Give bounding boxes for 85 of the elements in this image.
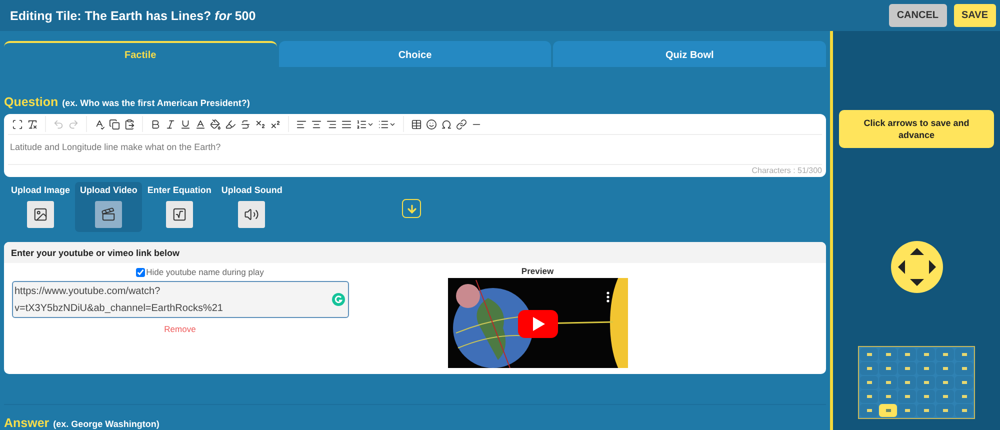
board-tile[interactable]	[936, 348, 954, 362]
underline-icon[interactable]	[180, 118, 191, 130]
align-center-icon[interactable]	[311, 118, 322, 130]
board-tile[interactable]	[936, 362, 954, 376]
arrow-down-icon[interactable]	[402, 199, 422, 218]
question-label: Question	[4, 95, 58, 109]
omega-icon[interactable]	[441, 118, 452, 130]
board-tile[interactable]	[860, 390, 878, 404]
direction-pad-icon[interactable]	[890, 241, 942, 294]
preview-label: Preview	[521, 266, 554, 276]
table-icon[interactable]	[411, 118, 422, 130]
bold-icon[interactable]	[150, 118, 161, 130]
board-tile[interactable]	[898, 404, 916, 418]
page-title: Editing Tile: The Earth has Lines? for 500	[10, 8, 256, 22]
character-counter: Characters : 51/300	[8, 164, 822, 178]
board-tile[interactable]	[860, 348, 878, 362]
board-tile[interactable]	[917, 390, 935, 404]
media-option[interactable]: Enter Equation	[142, 182, 216, 232]
media-option[interactable]: Upload Video	[75, 182, 142, 232]
board-tile[interactable]	[955, 362, 973, 376]
hide-name-checkbox[interactable]	[136, 268, 146, 277]
board-tile[interactable]	[879, 390, 897, 404]
board-tile[interactable]	[879, 348, 897, 362]
mode-tab[interactable]: Choice	[278, 41, 552, 67]
board-tile[interactable]	[917, 404, 935, 418]
undo-icon[interactable]	[53, 118, 64, 130]
hide-name-label: Hide youtube name during play	[146, 267, 264, 278]
numbered-list-icon[interactable]	[356, 118, 374, 130]
board-tile[interactable]	[898, 376, 916, 390]
hint-card: Click arrows to save and advance	[839, 110, 994, 148]
highlighter-icon[interactable]	[225, 118, 236, 130]
speaker-icon	[244, 207, 260, 222]
superscript-icon[interactable]	[270, 118, 281, 130]
font-color-icon[interactable]	[195, 118, 206, 130]
fullscreen-icon[interactable]	[12, 118, 23, 130]
board-tile[interactable]	[917, 348, 935, 362]
board-tile[interactable]	[860, 404, 878, 418]
italic-icon[interactable]	[165, 118, 176, 130]
board-tile[interactable]	[936, 376, 954, 390]
media-option[interactable]: Upload Sound	[216, 182, 288, 232]
card-title: Enter your youtube or vimeo link below	[4, 242, 826, 264]
board-tile[interactable]	[860, 362, 878, 376]
board-tile[interactable]	[917, 376, 935, 390]
redo-icon[interactable]	[68, 118, 79, 130]
subscript-icon[interactable]	[255, 118, 266, 130]
board-tile[interactable]	[936, 404, 954, 418]
question-hint: (ex. Who was the first American President?)	[62, 98, 250, 108]
media-option[interactable]: Upload Image	[6, 182, 76, 232]
align-left-icon[interactable]	[296, 118, 307, 130]
cancel-button[interactable]: CANCEL	[888, 4, 946, 27]
board-tile[interactable]	[917, 362, 935, 376]
board-tile[interactable]	[879, 376, 897, 390]
save-button[interactable]: SAVE	[954, 4, 996, 27]
board-tile[interactable]	[860, 376, 878, 390]
align-right-icon[interactable]	[326, 118, 337, 130]
question-editor[interactable]: Latitude and Longitude line make what on the Earth? Characters : 51/300	[4, 114, 826, 178]
board-tile[interactable]	[936, 390, 954, 404]
board-tile[interactable]	[898, 362, 916, 376]
square-root-icon	[172, 207, 187, 222]
clapperboard-icon	[101, 207, 116, 222]
strikethrough-icon[interactable]	[240, 118, 251, 130]
link-icon[interactable]	[456, 118, 467, 130]
board-tile[interactable]	[955, 348, 973, 362]
answer-hint: (ex. George Washington)	[53, 419, 160, 429]
paste-icon[interactable]	[124, 118, 135, 130]
justify-icon[interactable]	[341, 118, 352, 130]
spellcheck-icon[interactable]	[94, 118, 105, 130]
image-icon	[33, 207, 48, 222]
clear-format-icon[interactable]	[27, 118, 38, 130]
emoji-icon[interactable]	[426, 118, 437, 130]
mode-tab[interactable]: Quiz Bowl	[553, 41, 826, 67]
answer-label: Answer	[4, 416, 50, 430]
question-text: Latitude and Longitude line make what on the Earth?	[9, 141, 222, 154]
copy-icon[interactable]	[109, 118, 120, 130]
board-tile[interactable]	[955, 376, 973, 390]
board-tile[interactable]	[955, 390, 973, 404]
board-tile[interactable]	[898, 348, 916, 362]
remove-link[interactable]: Remove	[164, 324, 196, 334]
board-tile[interactable]	[955, 404, 973, 418]
url-field[interactable]: https://www.youtube.com/watch?v=tX3Y5bzNDiU&ab_channel=EarthRocks%21	[12, 281, 348, 318]
board-tile[interactable]	[879, 362, 897, 376]
grammar-icon[interactable]	[332, 293, 344, 306]
board-tile[interactable]	[879, 404, 897, 418]
fill-color-icon[interactable]	[210, 118, 221, 130]
board-tile[interactable]	[898, 390, 916, 404]
